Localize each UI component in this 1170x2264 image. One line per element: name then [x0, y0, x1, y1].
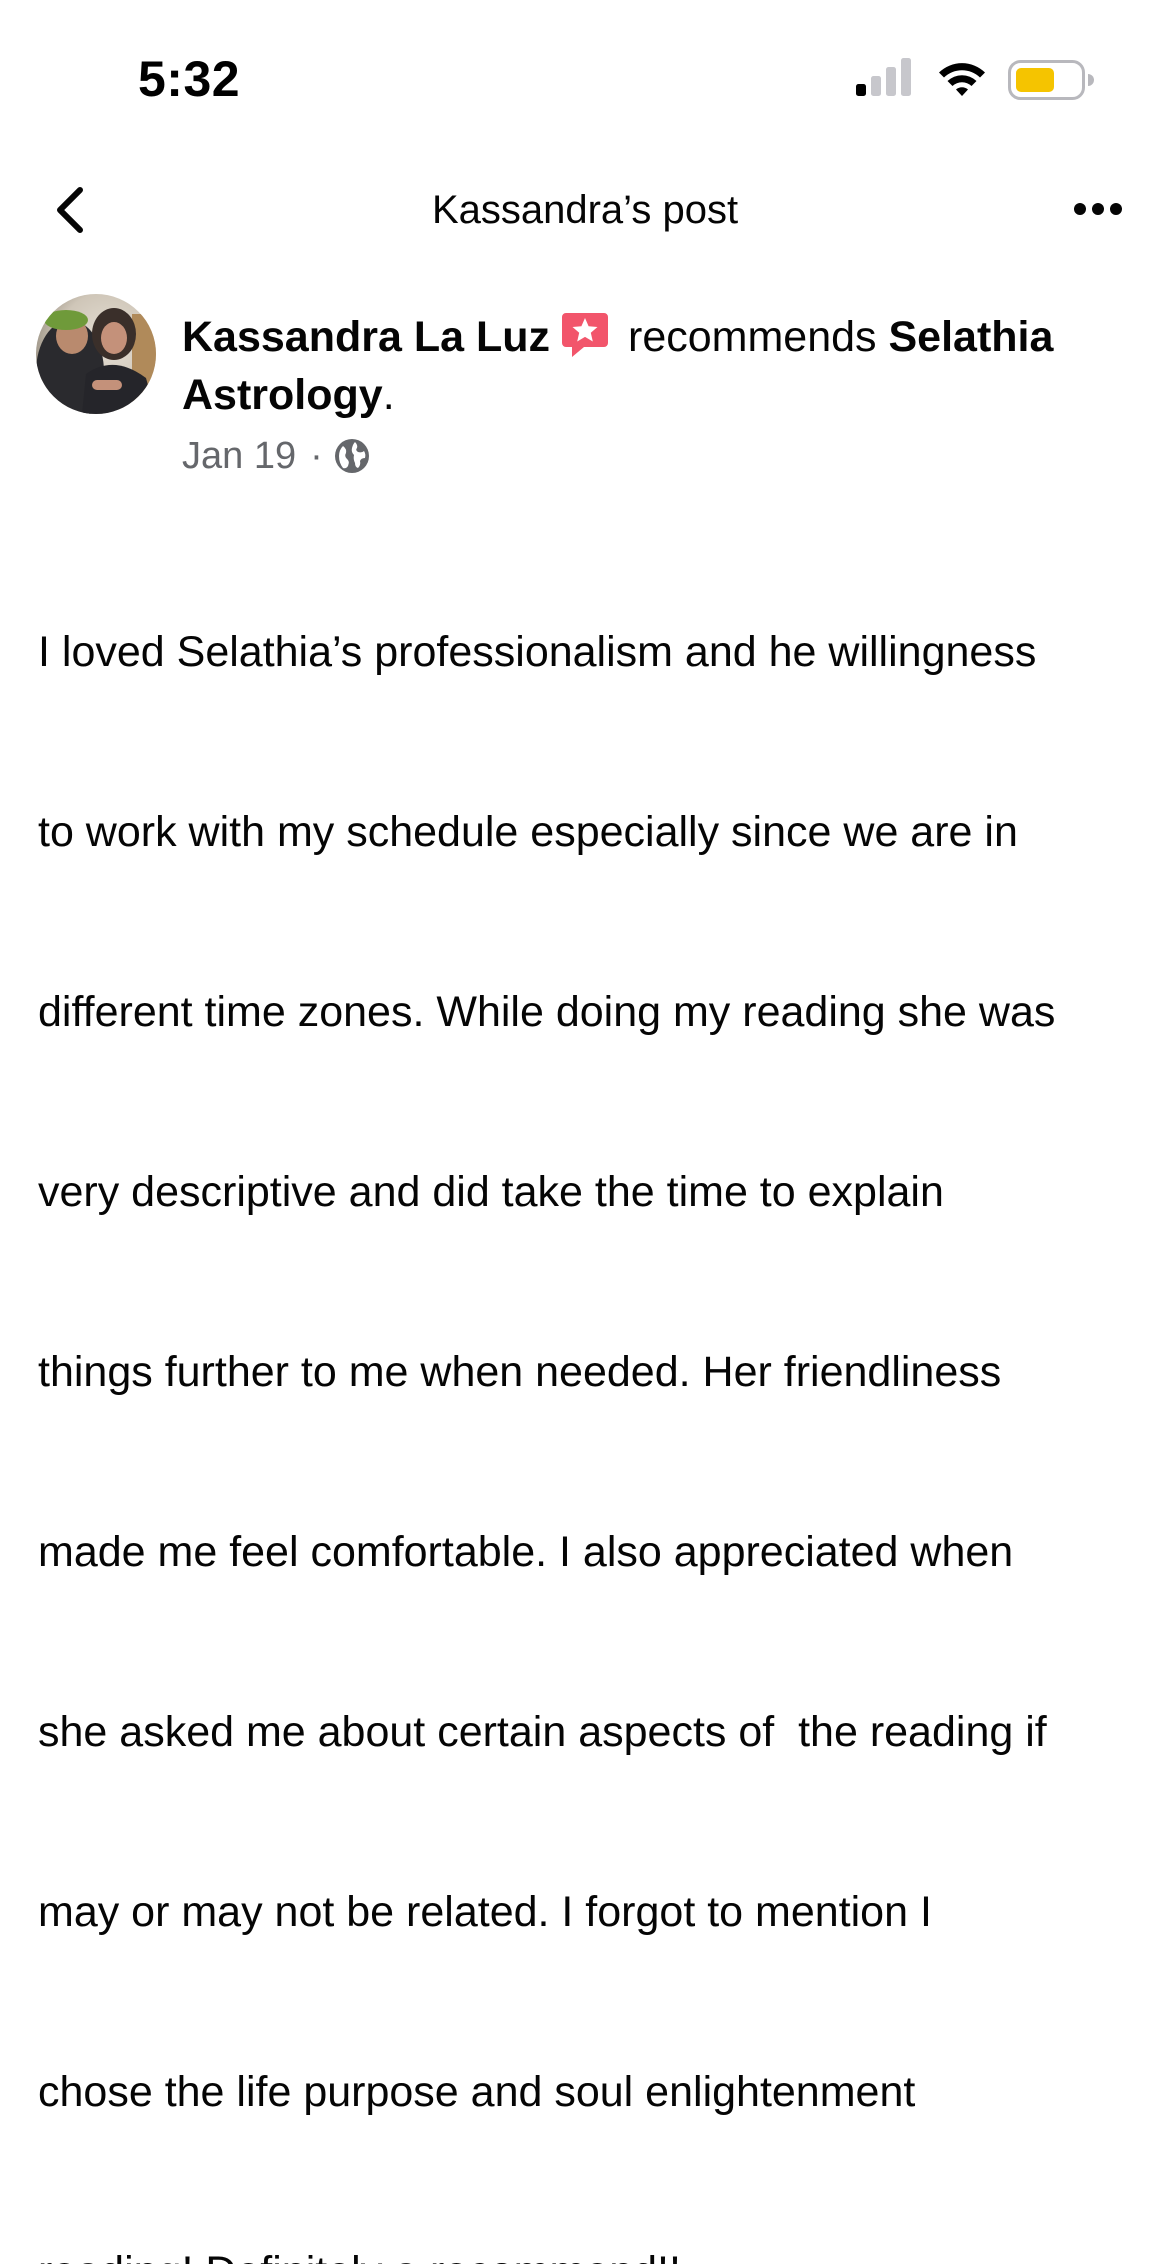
body-line: reading! Definitely a recommend!!	[38, 2242, 1148, 2264]
body-line: I loved Selathia’s professionalism and h…	[38, 628, 1037, 676]
cellular-signal-icon	[856, 58, 911, 96]
more-options-button[interactable]	[1066, 192, 1130, 226]
body-line: may or may not be related. I forgot to m…	[38, 1888, 932, 1936]
more-horizontal-icon	[1074, 203, 1122, 215]
recommends-verb: recommends	[628, 313, 877, 361]
avatar-photo	[36, 294, 156, 414]
header-period: .	[382, 371, 395, 419]
wifi-icon	[939, 63, 985, 96]
body-line: to work with my schedule especially sinc…	[38, 808, 1018, 856]
body-line: chose the life purpose and soul enlighte…	[38, 2068, 916, 2116]
author-avatar[interactable]	[36, 294, 156, 414]
post-date[interactable]: Jan 19	[182, 435, 296, 478]
status-bar: 5:32	[0, 0, 1170, 140]
post-header: Kassandra La Luz recommends Selathia Ast…	[182, 308, 1142, 424]
meta-separator: ·	[310, 434, 323, 477]
page-title: Kassandra’s post	[431, 188, 739, 232]
status-time: 5:32	[138, 51, 241, 107]
globe-icon[interactable]	[333, 437, 371, 475]
battery-icon	[1008, 60, 1094, 100]
post-body-text: I loved Selathia’s professionalism and h…	[38, 502, 1148, 2264]
author-name-link[interactable]: Kassandra La Luz	[182, 313, 550, 361]
recommendation-star-icon	[562, 313, 608, 357]
navigation-bar: Kassandra’s post	[0, 170, 1170, 250]
body-line: very descriptive and did take the time t…	[38, 1168, 944, 1216]
post-meta: Jan 19 ·	[182, 432, 371, 480]
body-line: things further to me when needed. Her fr…	[38, 1348, 1002, 1396]
body-line: made me feel comfortable. I also appreci…	[38, 1528, 1014, 1576]
body-line: different time zones. While doing my rea…	[38, 988, 1056, 1036]
body-line: she asked me about certain aspects of th…	[38, 1708, 1047, 1756]
